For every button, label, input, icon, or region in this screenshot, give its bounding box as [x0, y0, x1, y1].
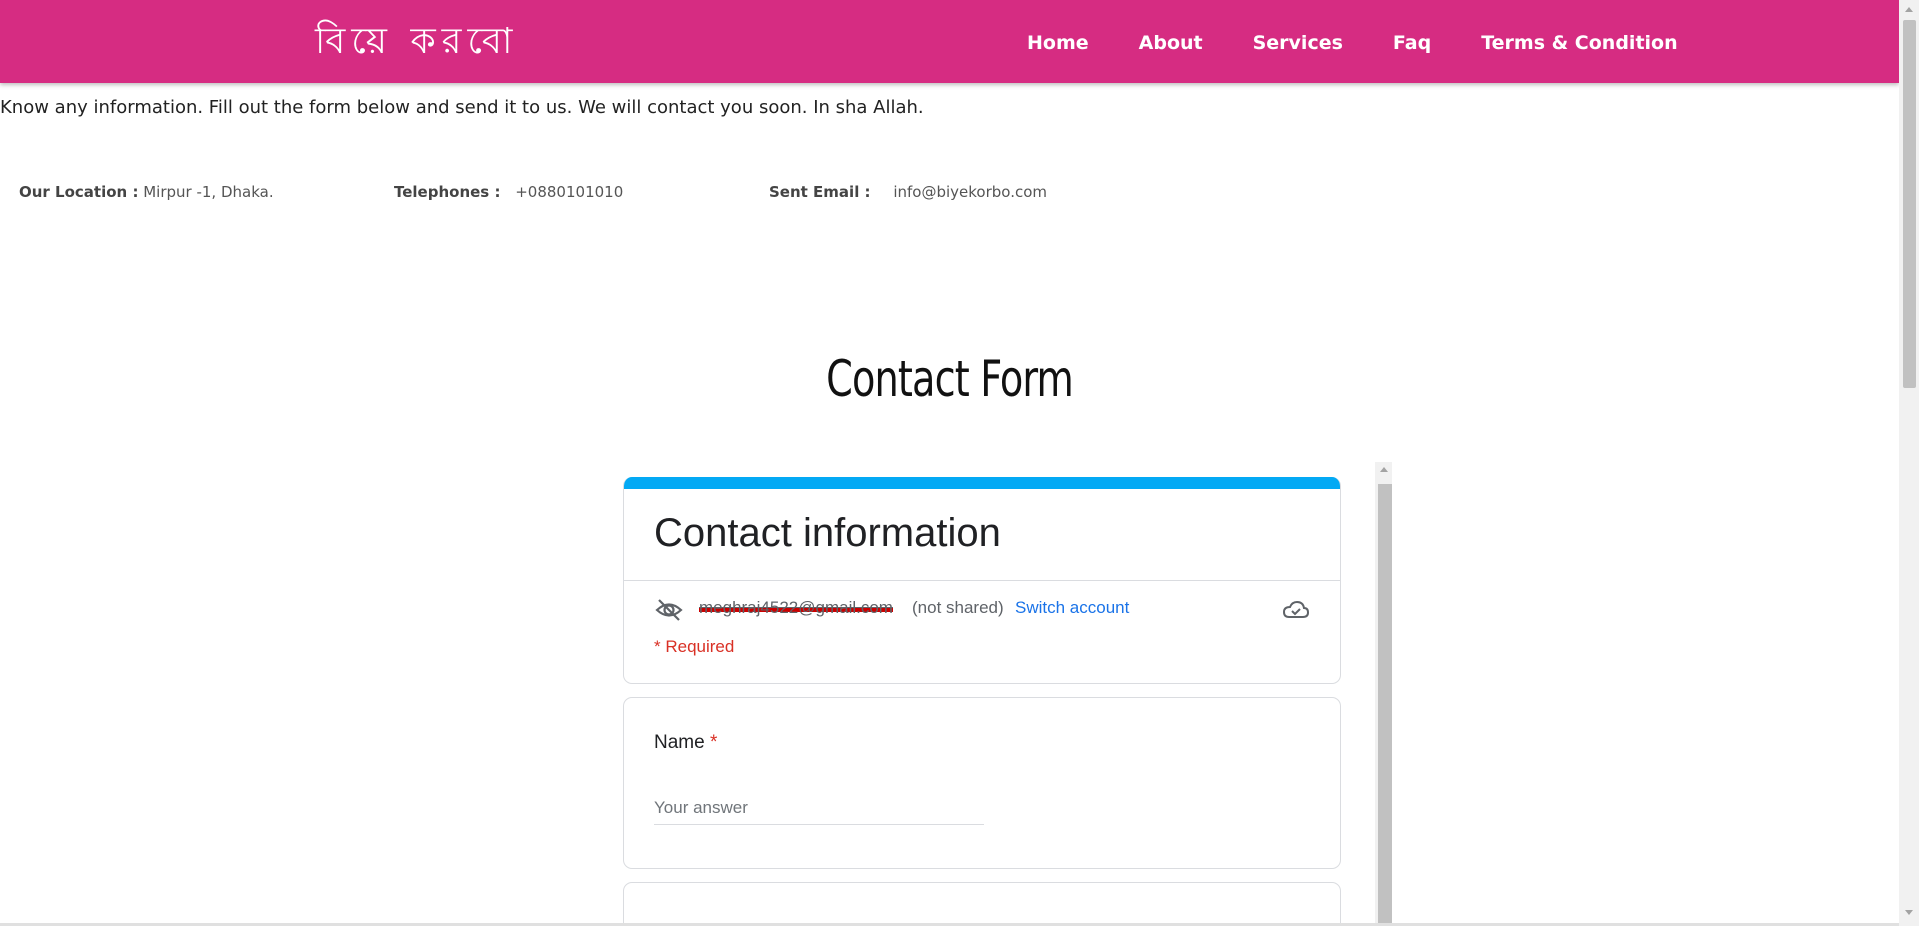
- site-logo[interactable]: বিয়ে করবো: [315, 18, 518, 66]
- page-scroll-thumb[interactable]: [1903, 20, 1916, 388]
- required-star: *: [709, 732, 718, 753]
- not-shared-label: (not shared): [912, 598, 1004, 617]
- form-scroll-thumb[interactable]: [1378, 484, 1392, 926]
- page-scrollbar[interactable]: [1899, 0, 1919, 926]
- email-info: Sent Email : info@biyekorbo.com: [769, 183, 1047, 201]
- nav-faq[interactable]: Faq: [1393, 30, 1431, 56]
- embedded-form: Contact information meghraj4522@gmail.co…: [623, 462, 1393, 926]
- scroll-up-arrow-icon[interactable]: [1380, 467, 1388, 472]
- eye-off-icon: [655, 599, 683, 621]
- account-email: meghraj4522@gmail.com: [699, 598, 893, 618]
- email-value: info@biyekorbo.com: [893, 183, 1048, 201]
- form-header-card: Contact information meghraj4522@gmail.co…: [623, 477, 1341, 684]
- main-nav: Home About Services Faq Terms & Conditio…: [1027, 30, 1728, 56]
- question-card-next: [623, 882, 1341, 926]
- intro-text: Know any information. Fill out the form …: [0, 97, 924, 118]
- email-label: Sent Email :: [769, 183, 871, 201]
- location-info: Our Location : Mirpur -1, Dhaka.: [19, 183, 274, 201]
- nav-about[interactable]: About: [1139, 30, 1203, 56]
- account-row: meghraj4522@gmail.com (not shared) Switc…: [624, 581, 1340, 637]
- form-accent-bar: [624, 477, 1340, 489]
- phone-info: Telephones : +0880101010: [394, 183, 623, 201]
- top-navbar: বিয়ে করবো Home About Services Faq Terms…: [0, 0, 1899, 83]
- question-card-name: Name * Your answer: [623, 697, 1341, 869]
- nav-terms[interactable]: Terms & Condition: [1481, 30, 1677, 56]
- scroll-down-arrow-icon[interactable]: [1905, 910, 1913, 915]
- form-scrollbar[interactable]: [1375, 462, 1392, 926]
- switch-account-link[interactable]: Switch account: [1015, 598, 1129, 618]
- location-label: Our Location :: [19, 183, 139, 201]
- question-label: Name *: [654, 732, 717, 754]
- location-value: Mirpur -1, Dhaka.: [143, 183, 274, 201]
- phone-label: Telephones :: [394, 183, 501, 201]
- question-title: Name: [654, 732, 705, 753]
- cloud-saved-icon: [1282, 600, 1310, 618]
- form-title: Contact information: [654, 511, 1001, 555]
- required-note: * Required: [654, 637, 735, 656]
- scroll-up-arrow-icon[interactable]: [1905, 7, 1913, 12]
- nav-home[interactable]: Home: [1027, 30, 1089, 56]
- nav-services[interactable]: Services: [1253, 30, 1343, 56]
- phone-value: +0880101010: [515, 183, 624, 201]
- name-input[interactable]: Your answer: [654, 798, 984, 825]
- page-title: Contact Form: [826, 350, 1074, 408]
